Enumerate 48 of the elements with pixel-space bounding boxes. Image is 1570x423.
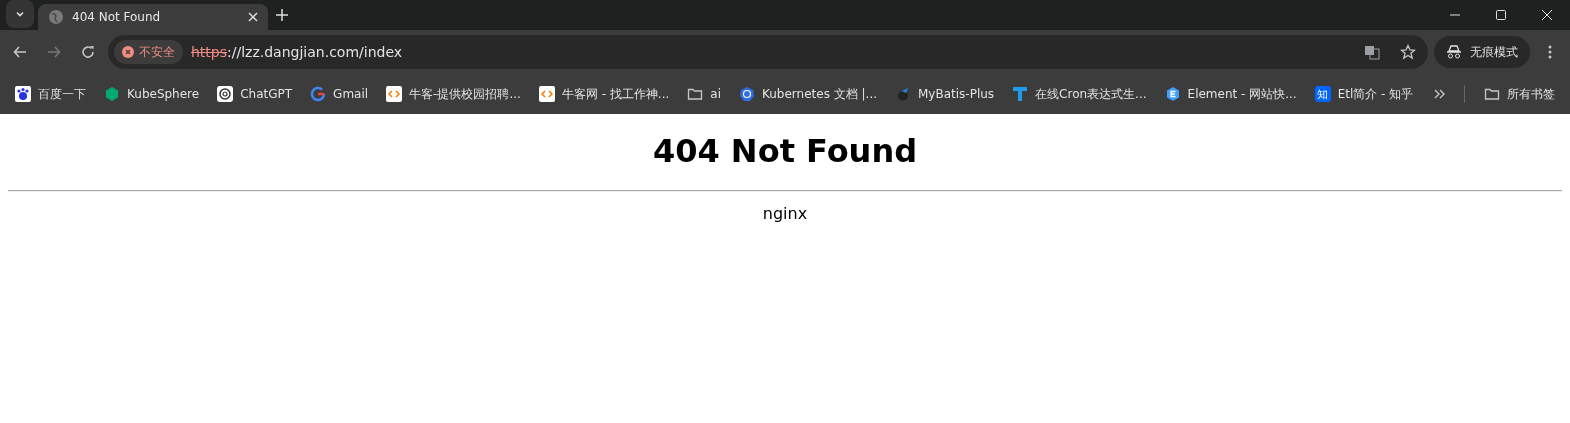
maximize-icon	[1496, 10, 1506, 20]
bookmark-item[interactable]: ChatGPT	[210, 80, 300, 108]
incognito-button[interactable]: 无痕模式	[1434, 36, 1530, 68]
bookmark-item[interactable]: Element - 网站快...	[1157, 80, 1304, 108]
back-arrow-icon	[13, 45, 27, 59]
close-icon	[1542, 10, 1552, 20]
bookmark-item[interactable]: MyBatis-Plus	[888, 80, 1002, 108]
folder-icon	[1484, 86, 1500, 102]
star-icon	[1400, 44, 1416, 60]
bookmark-item[interactable]: 牛客网 - 找工作神...	[531, 80, 677, 108]
bookmark-item[interactable]: Kubernetes 文档 |...	[731, 80, 884, 108]
google-icon	[310, 86, 327, 102]
forward-arrow-icon	[47, 45, 61, 59]
page-heading: 404 Not Found	[651, 132, 919, 170]
all-bookmarks-item[interactable]: 所有书签	[1477, 80, 1562, 108]
bookmark-item[interactable]: Gmail	[303, 80, 376, 108]
server-name: nginx	[762, 204, 808, 223]
bookmark-item[interactable]: KubeSphere	[97, 80, 207, 108]
warning-icon	[122, 46, 134, 58]
double-chevron-icon	[1434, 89, 1447, 99]
code-icon	[538, 86, 555, 102]
chevron-down-icon	[15, 9, 25, 19]
bird-icon	[895, 86, 911, 102]
reload-icon	[81, 45, 95, 59]
folder-icon	[687, 86, 704, 102]
tab-title: 404 Not Found	[72, 10, 161, 24]
bookmark-item[interactable]: 在线Cron表达式生...	[1005, 80, 1154, 108]
dots-icon	[1548, 45, 1552, 59]
paw-icon	[15, 86, 31, 102]
bookmark-item[interactable]: ai	[680, 80, 728, 108]
wheel-icon	[738, 86, 755, 102]
hexagon-icon	[1164, 86, 1181, 102]
bookmark-item[interactable]: 牛客-提供校园招聘...	[379, 80, 528, 108]
address-bar[interactable]: 不安全 https://lzz.dangjian.com/index	[108, 35, 1428, 69]
plus-icon	[276, 9, 288, 21]
t-shape-icon	[1012, 86, 1029, 102]
bookmark-item[interactable]: 知 Etl简介 - 知乎	[1307, 80, 1421, 108]
browser-tab[interactable]: 404 Not Found	[38, 4, 268, 30]
incognito-icon	[1446, 45, 1462, 59]
translate-icon	[1364, 44, 1380, 60]
security-chip[interactable]: 不安全	[114, 40, 183, 64]
zhihu-icon: 知	[1314, 86, 1331, 102]
url-text: https://lzz.dangjian.com/index	[191, 44, 404, 60]
hexagon-icon	[104, 86, 120, 102]
close-icon[interactable]	[248, 12, 258, 22]
bookmark-item[interactable]: 百度一下	[8, 80, 93, 108]
code-icon	[386, 86, 403, 102]
globe-icon	[48, 9, 64, 25]
